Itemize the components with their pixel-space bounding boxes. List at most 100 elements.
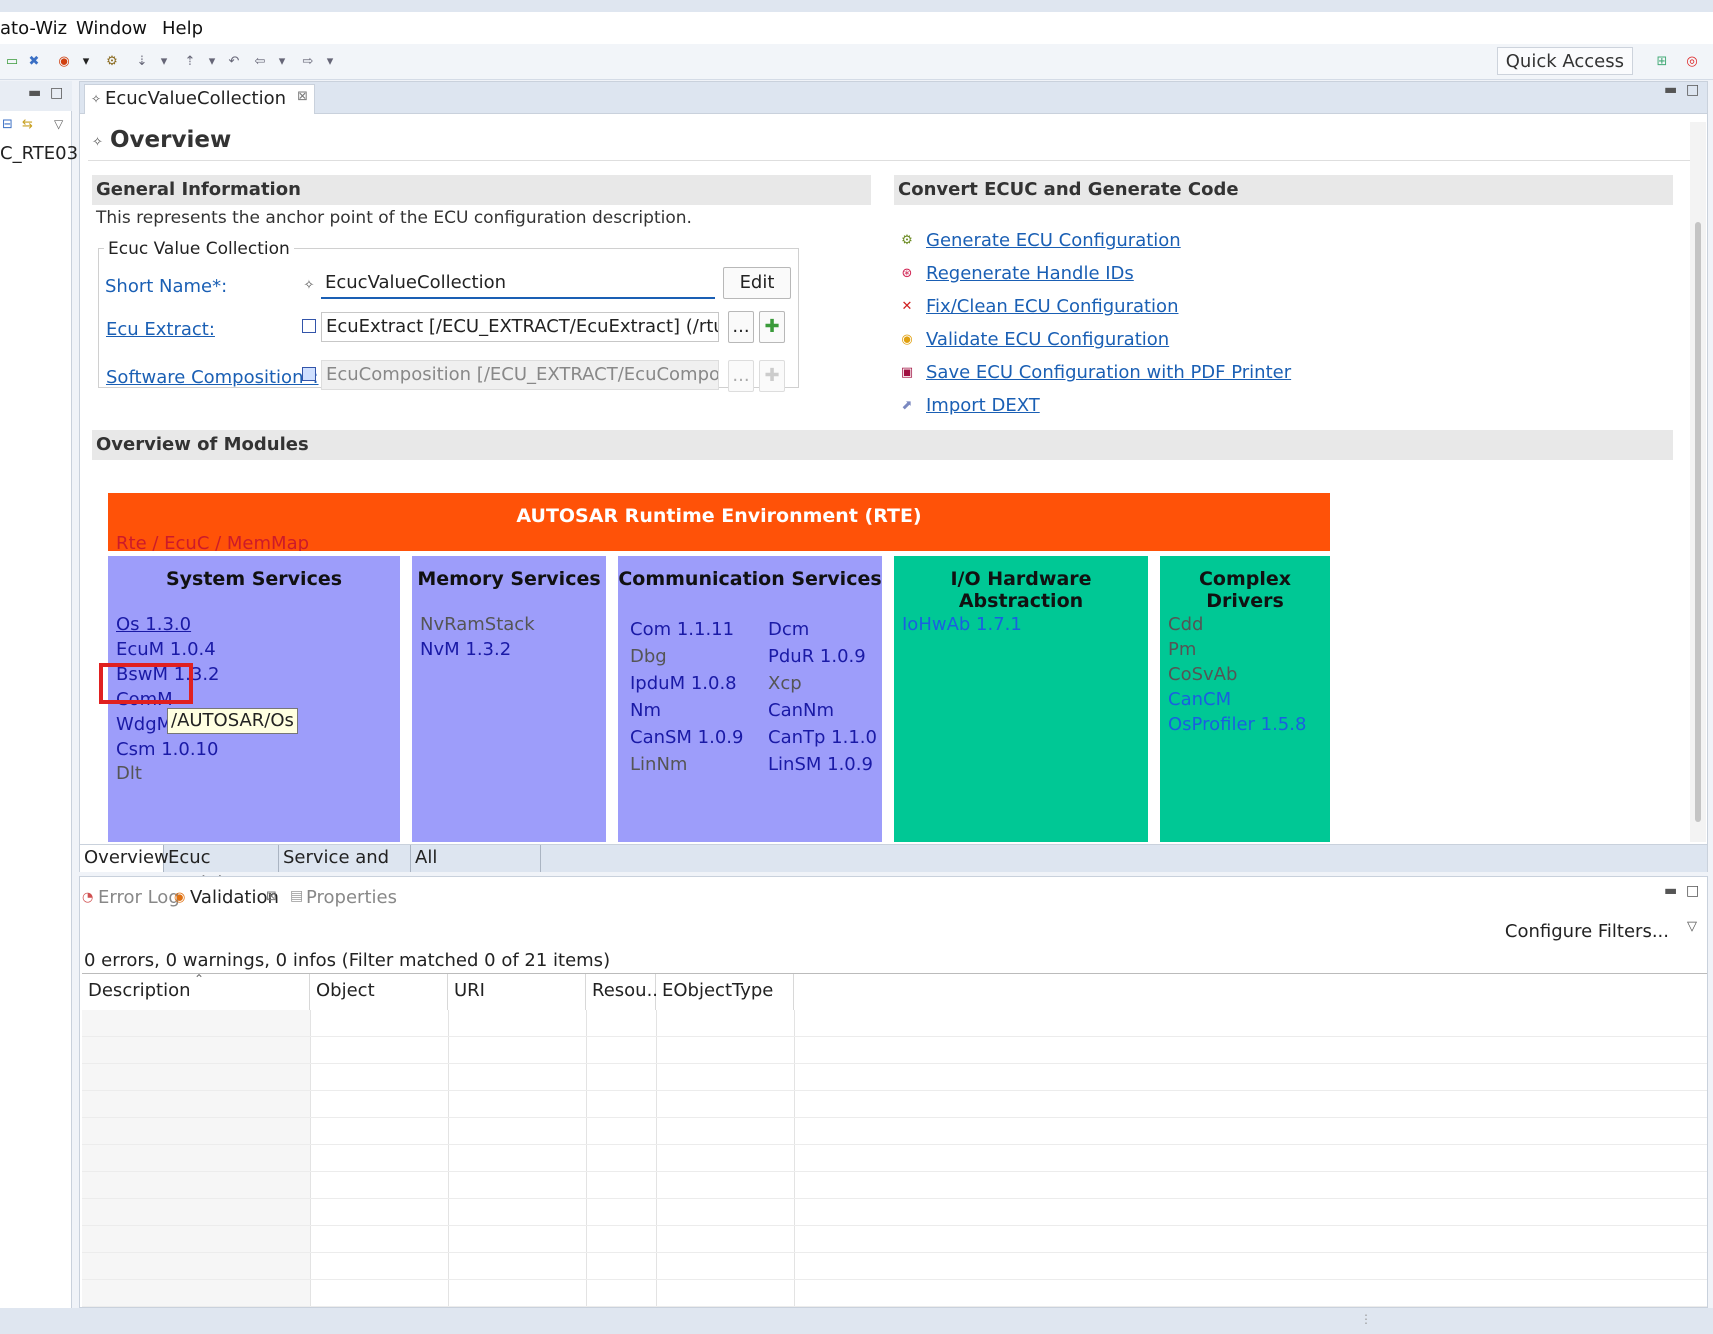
module-dlt[interactable]: Dlt [116,763,142,784]
tab-service-and-io[interactable]: Service and I/O [279,845,411,894]
generate-toolbar-icon[interactable]: ⚙ [104,54,120,70]
tab-error-log[interactable]: Error Log [98,887,180,908]
module-nvm[interactable]: NvM 1.3.2 [420,639,511,660]
next-annotation-icon[interactable]: ⇣ [134,54,150,70]
module-nvramstack[interactable]: NvRamStack [420,614,535,635]
new-icon[interactable]: ▭ [4,54,20,70]
close-icon[interactable]: ⊠ [297,83,308,111]
menu-item-window[interactable]: Window [76,18,147,39]
module-dcm[interactable]: Dcm [768,619,809,640]
module-cosvab[interactable]: CoSvAb [1168,664,1237,685]
ecu-extract-add-button[interactable]: ✚ [759,311,785,343]
module-cantp[interactable]: CanTp 1.1.0 [768,727,877,748]
column-header-object[interactable]: Object [310,974,448,1010]
module-xcp[interactable]: Xcp [768,673,802,694]
collapse-all-icon[interactable]: ⊟ [2,117,13,132]
module-dbg[interactable]: Dbg [630,646,667,667]
configure-filters-link[interactable]: Configure Filters... [1505,921,1669,942]
maximize-icon[interactable]: □ [50,85,63,101]
ecu-extract-link[interactable]: Ecu Extract: [106,319,215,340]
dropdown-arrow-icon[interactable]: ▾ [78,54,94,70]
sort-ascending-icon: ⌃ [194,972,205,986]
validate-toolbar-icon[interactable]: ◉ [56,54,72,70]
column-header-resource[interactable]: Resou... [586,974,664,1010]
table-row [82,1226,1707,1253]
tree-item[interactable]: C_RTE03 [0,143,78,164]
view-menu-icon[interactable]: ▽ [1687,919,1697,934]
module-cansm[interactable]: CanSM 1.0.9 [630,727,743,748]
view-menu-icon[interactable]: ▽ [54,117,63,131]
minimize-icon[interactable]: ▬ [1664,82,1677,98]
module-csm[interactable]: Csm 1.0.10 [116,739,218,760]
column-header-description[interactable]: Description ⌃ [82,972,310,1010]
table-row [82,1253,1707,1280]
module-linnm[interactable]: LinNm [630,754,687,775]
dropdown-arrow-icon[interactable]: ▾ [156,54,172,70]
quick-access-field[interactable]: Quick Access [1496,47,1633,75]
back-icon[interactable]: ⇦ [252,54,268,70]
edit-button[interactable]: Edit [723,267,791,299]
perspective-icon[interactable]: ◎ [1684,54,1700,70]
memory-services-title: Memory Services [417,568,601,590]
short-name-input[interactable]: EcucValueCollection [321,269,715,299]
tab-overview[interactable]: Overview [80,845,169,872]
module-linsm[interactable]: LinSM 1.0.9 [768,754,873,775]
module-com[interactable]: Com 1.1.11 [630,619,734,640]
column-header-eobjecttype[interactable]: EObjectType [656,974,794,1010]
editor-area: ✧ EcucValueCollection ⊠ ▬ □ ✧ Overview G… [79,81,1708,894]
import-dext-link[interactable]: Import DEXT [926,395,1040,416]
minimize-icon[interactable]: ▬ [28,85,41,101]
regenerate-handle-ids-link[interactable]: Regenerate Handle IDs [926,263,1134,284]
dropdown-arrow-icon[interactable]: ▾ [322,54,338,70]
module-cannm[interactable]: CanNm [768,700,834,721]
module-cancm[interactable]: CanCM [1168,689,1231,710]
left-panel: ▬ □ ⊟ ⇆ ▽ C_RTE03 [0,81,78,1308]
menu-item-autowiz[interactable]: ato-Wiz [0,18,67,39]
prev-annotation-icon[interactable]: ⇡ [182,54,198,70]
module-ipdum[interactable]: IpduM 1.0.8 [630,673,737,694]
maximize-icon[interactable]: □ [1686,883,1699,899]
module-nm[interactable]: Nm [630,700,661,721]
save-ecu-configuration-pdf-link[interactable]: Save ECU Configuration with PDF Printer [926,362,1291,383]
dropdown-arrow-icon[interactable]: ▾ [204,54,220,70]
fix-clean-ecu-configuration-link[interactable]: Fix/Clean ECU Configuration [926,296,1178,317]
dropdown-arrow-icon[interactable]: ▾ [274,54,290,70]
tab-properties[interactable]: Properties [306,887,397,908]
software-composition-link[interactable]: Software Composition*: [106,367,319,388]
table-row [82,1037,1707,1064]
column-header-uri[interactable]: URI [448,974,586,1010]
link-editor-icon[interactable]: ⇆ [22,117,33,132]
scrollbar-thumb[interactable] [1695,222,1701,822]
open-perspective-icon[interactable]: ⊞ [1654,54,1670,70]
vertical-scrollbar[interactable] [1690,122,1706,842]
generate-ecu-configuration-link[interactable]: Generate ECU Configuration [926,230,1181,251]
complex-drivers-box: Complex Drivers Cdd Pm CoSvAb CanCM OsPr… [1160,556,1330,842]
tab-all-contents[interactable]: All Contents_V2 [411,845,541,894]
tool-icon[interactable]: ✖ [26,54,42,70]
rte-items[interactable]: Rte / EcuC / MemMap [116,533,309,551]
ecu-extract-field[interactable]: EcuExtract [/ECU_EXTRACT/EcuExtract] (/r… [321,312,719,342]
last-edit-icon[interactable]: ↶ [226,54,242,70]
system-services-title: System Services [165,568,343,590]
forward-icon[interactable]: ⇨ [300,54,316,70]
close-icon[interactable]: ⊠ [266,889,277,904]
module-pm[interactable]: Pm [1168,639,1196,660]
module-osprofiler[interactable]: OsProfiler 1.5.8 [1168,714,1306,735]
ecu-extract-browse-button[interactable]: ... [728,311,754,343]
title-strip [0,0,1713,12]
ecuc-icon: ✧ [303,278,315,293]
editor-tab[interactable]: ✧ EcucValueCollection ⊠ [84,83,316,114]
software-composition-field: EcuComposition [/ECU_EXTRACT/EcuComposit… [321,360,719,390]
module-pdur[interactable]: PduR 1.0.9 [768,646,866,667]
editor-tab-bar: ✧ EcucValueCollection ⊠ ▬ □ [80,82,1707,114]
tooltip: /AUTOSAR/Os [167,708,298,734]
minimize-icon[interactable]: ▬ [1664,883,1677,899]
maximize-icon[interactable]: □ [1686,82,1699,98]
tab-ecuc-modules[interactable]: Ecuc Modules [164,845,279,894]
validate-ecu-configuration-link[interactable]: Validate ECU Configuration [926,329,1169,350]
module-os[interactable]: Os 1.3.0 [116,614,191,635]
menu-item-help[interactable]: Help [162,18,203,39]
module-cdd[interactable]: Cdd [1168,614,1203,635]
module-ecum[interactable]: EcuM 1.0.4 [116,639,216,660]
module-iohwab[interactable]: IoHwAb 1.7.1 [902,614,1022,635]
